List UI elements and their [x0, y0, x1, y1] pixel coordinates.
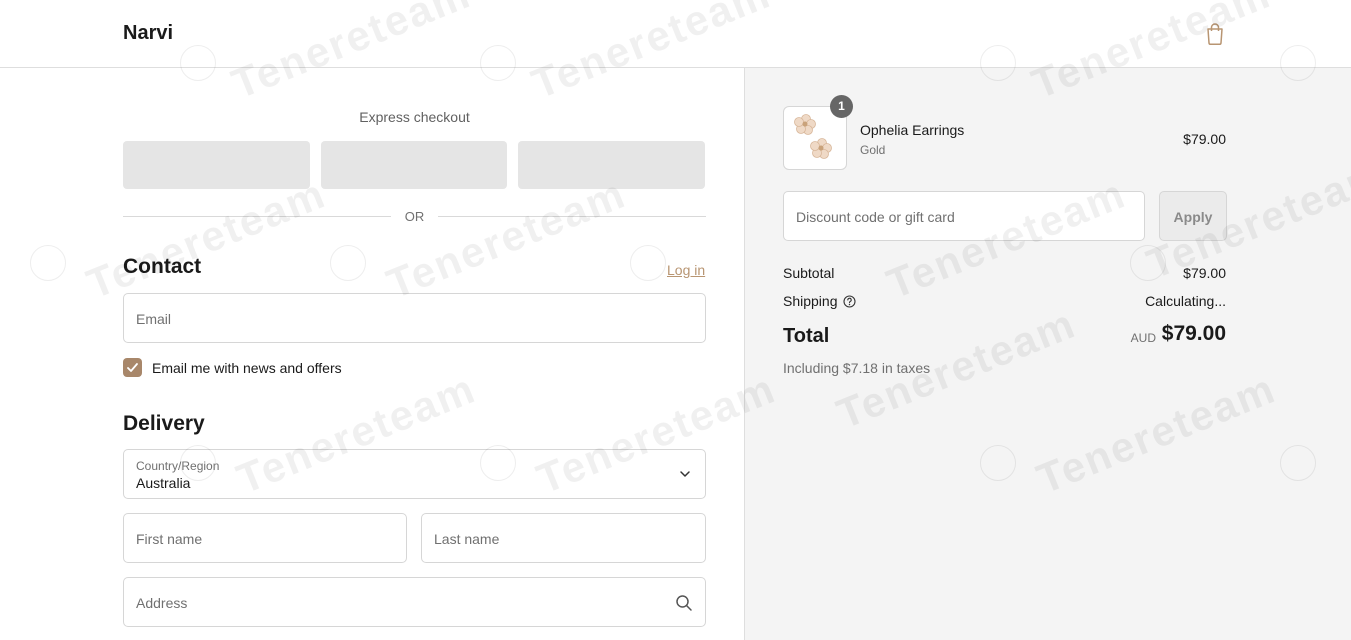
- express-pay-button-3[interactable]: [518, 141, 705, 189]
- contact-title: Contact: [123, 255, 202, 278]
- total-value: $79.00: [1161, 322, 1226, 345]
- taxes-note: Including $7.18 in taxes: [783, 360, 931, 376]
- store-brand[interactable]: Narvi: [123, 22, 173, 45]
- first-name-field[interactable]: First name: [123, 513, 407, 563]
- last-name-field[interactable]: Last name: [421, 513, 706, 563]
- watermark-seal: [330, 245, 366, 281]
- or-divider: OR: [123, 208, 706, 226]
- address-field[interactable]: Address: [123, 577, 706, 627]
- first-name-placeholder: First name: [136, 531, 203, 547]
- discount-placeholder: Discount code or gift card: [796, 209, 955, 225]
- express-pay-button-1[interactable]: [123, 141, 310, 189]
- discount-code-field[interactable]: Discount code or gift card: [783, 191, 1145, 241]
- shipping-label: Shipping: [783, 293, 838, 309]
- country-label: Country/Region: [136, 459, 220, 473]
- help-circle-icon[interactable]: [843, 295, 856, 308]
- header: Narvi: [0, 0, 1351, 68]
- quantity-badge: 1: [830, 95, 853, 118]
- login-link[interactable]: Log in: [667, 262, 705, 278]
- product-price: $79.00: [1183, 131, 1226, 147]
- chevron-down-icon: [680, 471, 690, 477]
- or-divider-label: OR: [404, 209, 425, 224]
- check-icon: [127, 363, 138, 372]
- search-icon[interactable]: [675, 594, 693, 612]
- subtotal-label: Subtotal: [783, 265, 835, 281]
- newsletter-checkbox[interactable]: [123, 358, 142, 377]
- watermark-seal: [630, 245, 666, 281]
- shipping-value: Calculating...: [1145, 293, 1226, 309]
- express-pay-button-2[interactable]: [321, 141, 507, 189]
- country-select[interactable]: Country/Region Australia: [123, 449, 706, 499]
- product-variant: Gold: [860, 143, 886, 157]
- apply-discount-button[interactable]: Apply: [1159, 191, 1227, 241]
- watermark-text: Tenereteam: [380, 169, 633, 308]
- product-name: Ophelia Earrings: [860, 122, 965, 138]
- newsletter-label: Email me with news and offers: [152, 360, 342, 376]
- subtotal-value: $79.00: [1183, 265, 1226, 281]
- watermark-seal: [30, 245, 66, 281]
- express-checkout-title: Express checkout: [359, 109, 470, 125]
- shopping-bag-icon[interactable]: [1204, 22, 1226, 46]
- country-value: Australia: [136, 475, 191, 491]
- email-field[interactable]: Email: [123, 293, 706, 343]
- total-label: Total: [783, 325, 830, 347]
- delivery-title: Delivery: [123, 412, 205, 435]
- watermark-text: Tenereteam: [80, 169, 333, 308]
- last-name-placeholder: Last name: [434, 531, 500, 547]
- address-placeholder: Address: [136, 595, 188, 611]
